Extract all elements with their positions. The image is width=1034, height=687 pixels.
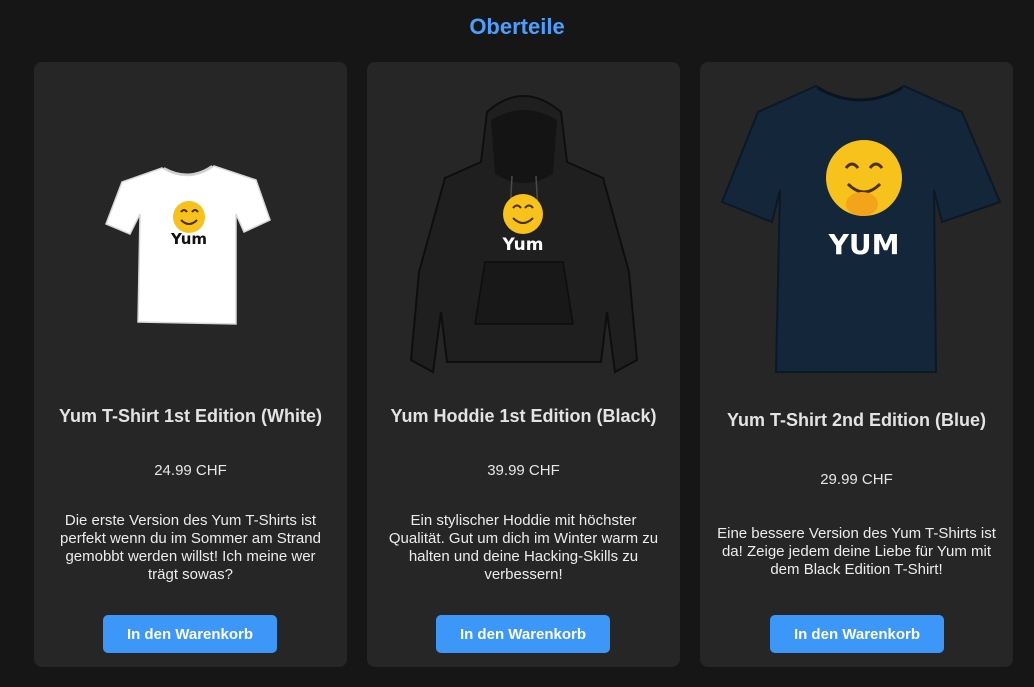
product-image-blue-tshirt: YUM [700, 62, 1013, 392]
product-name: Yum Hoddie 1st Edition (Black) [390, 406, 657, 426]
add-to-cart-button[interactable]: In den Warenkorb [436, 615, 610, 653]
product-price: 29.99 CHF [820, 471, 893, 488]
product-name: Yum T-Shirt 2nd Edition (Blue) [727, 410, 986, 430]
product-card-black-hoodie: Yum Yum Hoddie 1st Edition (Black) 39.99… [367, 62, 680, 667]
add-to-cart-button[interactable]: In den Warenkorb [103, 615, 277, 653]
product-price: 24.99 CHF [154, 462, 227, 479]
product-card-white-tshirt: Yum Yum T-Shirt 1st Edition (White) 24.9… [34, 62, 347, 667]
section-title: Oberteile [469, 14, 565, 39]
product-price: 39.99 CHF [487, 462, 560, 479]
product-name: Yum T-Shirt 1st Edition (White) [59, 406, 322, 426]
shop-page: Oberteile Yum Yum T-Shirt 1st Edition (W… [0, 0, 1034, 687]
print-text-blue-tshirt: YUM [828, 228, 900, 261]
print-text-white-tshirt: Yum [170, 230, 207, 248]
product-image-black-hoodie: Yum [367, 62, 680, 392]
print-text-black-hoodie: Yum [502, 235, 544, 255]
product-image-white-tshirt: Yum [34, 62, 347, 392]
product-description: Ein stylischer Hoddie mit höchster Quali… [388, 512, 659, 583]
product-description: Die erste Version des Yum T-Shirts ist p… [60, 512, 321, 583]
product-card-blue-tshirt: YUM Yum T-Shirt 2nd Edition (Blue) 29.99… [700, 62, 1013, 667]
add-to-cart-button[interactable]: In den Warenkorb [770, 615, 944, 653]
product-description: Eine bessere Version des Yum T-Shirts is… [717, 525, 996, 578]
